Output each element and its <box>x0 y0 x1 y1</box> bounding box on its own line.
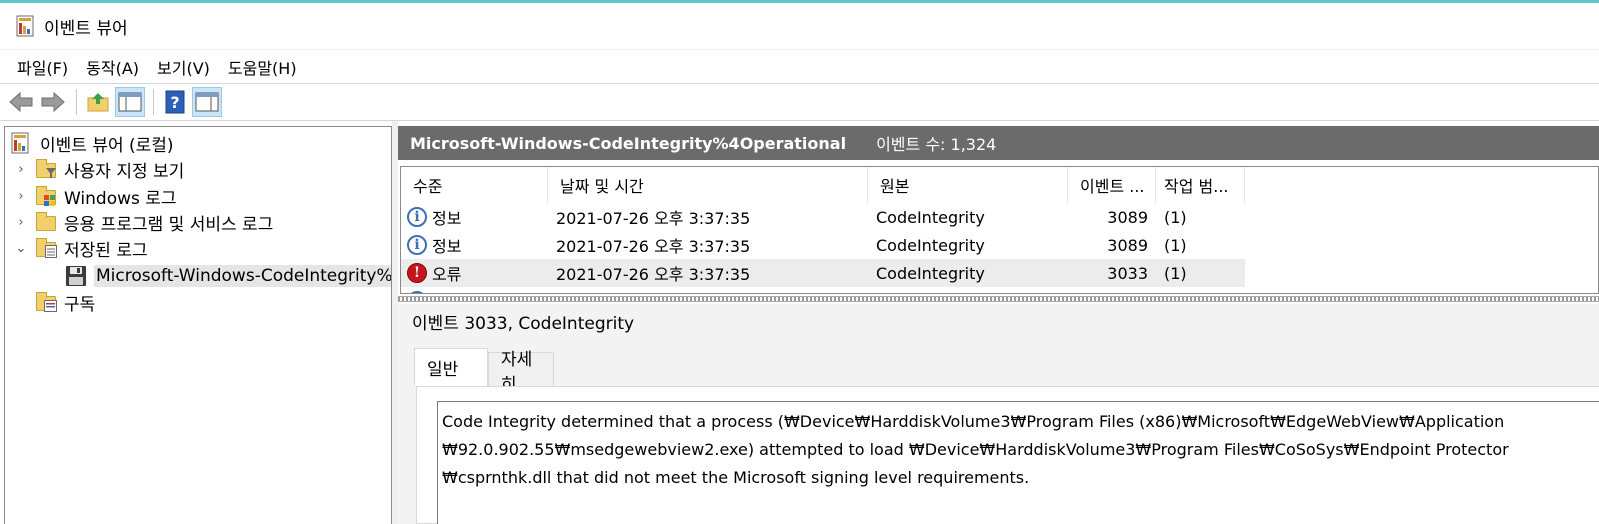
folder-up-icon <box>87 93 109 112</box>
tree-item-windows-logs[interactable]: › Windows 로그 <box>13 183 177 209</box>
event-description[interactable]: Code Integrity determined that a process… <box>437 401 1599 524</box>
svg-text:?: ? <box>170 93 179 112</box>
event-row-partial[interactable]: i <box>401 287 1245 293</box>
forward-button[interactable] <box>38 87 68 117</box>
window-title: 이벤트 뷰어 <box>44 18 128 39</box>
event-datetime: 2021-07-26 오후 3:37:35 <box>556 237 751 256</box>
event-viewer-icon <box>11 132 33 154</box>
show-hide-action-pane-icon <box>195 92 219 112</box>
show-hide-console-tree-icon <box>118 92 142 112</box>
log-header: Microsoft-Windows-CodeIntegrity%4Operati… <box>398 126 1599 160</box>
tree-item-codeintegrity-log[interactable]: Microsoft-Windows-CodeIntegrity%4C <box>65 263 391 289</box>
tree-item-label: Microsoft-Windows-CodeIntegrity%4C <box>94 265 391 287</box>
tree-item-subscriptions[interactable]: 구독 <box>35 289 95 315</box>
event-source: CodeIntegrity <box>876 263 985 283</box>
event-level: 정보 <box>432 237 462 256</box>
event-datetime: 2021-07-26 오후 3:37:35 <box>556 265 751 284</box>
event-list: 수준 날짜 및 시간 원본 이벤트 ... 작업 범... i 정보 2021-… <box>400 166 1599 294</box>
subscription-icon <box>35 291 57 313</box>
chevron-right-icon[interactable]: › <box>13 215 29 230</box>
event-level-cell: i <box>401 291 548 293</box>
menu-file[interactable]: 파일(F) <box>8 55 77 79</box>
toolbar: ? <box>0 83 1599 121</box>
tree-root-label: 이벤트 뷰어 (로컬) <box>40 135 174 156</box>
chevron-right-icon[interactable]: › <box>13 189 29 204</box>
event-id: 3033 <box>1107 263 1148 283</box>
folder-icon <box>35 211 57 233</box>
event-row[interactable]: i 정보 2021-07-26 오후 3:37:35 CodeIntegrity… <box>401 203 1245 231</box>
info-icon: i <box>407 207 427 227</box>
event-id: 3089 <box>1107 207 1148 227</box>
filter-folder-icon <box>35 158 57 180</box>
menu-action[interactable]: 동작(A) <box>77 55 148 79</box>
info-icon: i <box>407 291 427 293</box>
back-button[interactable] <box>6 87 36 117</box>
title-bar: 이벤트 뷰어 <box>0 3 1599 49</box>
show-hide-action-pane-button[interactable] <box>192 87 222 117</box>
tree-item-label: Windows 로그 <box>64 188 177 209</box>
event-datetime: 2021-07-26 오후 3:37:35 <box>556 209 751 228</box>
help-icon: ? <box>165 90 185 114</box>
event-task: (1) <box>1164 207 1187 227</box>
menu-view[interactable]: 보기(V) <box>148 55 219 79</box>
event-detail-title: 이벤트 3033, CodeIntegrity <box>398 304 1599 338</box>
column-task-category[interactable]: 작업 범... <box>1156 167 1245 203</box>
tree-item-label: 응용 프로그램 및 서비스 로그 <box>64 214 274 235</box>
tree-item-custom-views[interactable]: › 사용자 지정 보기 <box>13 156 184 182</box>
column-level[interactable]: 수준 <box>401 167 548 203</box>
windows-log-folder-icon <box>35 185 57 207</box>
event-level-cell: i 정보 <box>401 233 548 257</box>
show-hide-tree-button[interactable] <box>115 87 145 117</box>
info-icon: i <box>407 235 427 255</box>
tree-item-app-service-logs[interactable]: › 응용 프로그램 및 서비스 로그 <box>13 209 273 235</box>
horizontal-splitter[interactable] <box>398 296 1599 302</box>
tree-item-label: 구독 <box>64 294 96 315</box>
error-icon: ! <box>407 263 427 283</box>
menu-bar: 파일(F) 동작(A) 보기(V) 도움말(H) <box>0 49 1599 83</box>
tab-general-panel: Code Integrity determined that a process… <box>416 386 1599 524</box>
chevron-right-icon[interactable]: › <box>13 162 29 177</box>
tree-item-saved-logs[interactable]: ⌄ 저장된 로그 <box>13 235 148 261</box>
event-task: (1) <box>1164 263 1187 283</box>
tree-root[interactable]: 이벤트 뷰어 (로컬) <box>11 130 174 156</box>
up-level-button[interactable] <box>83 87 113 117</box>
event-level: 정보 <box>432 209 462 228</box>
forward-arrow-icon <box>41 91 65 113</box>
tree-item-label: 저장된 로그 <box>64 240 148 261</box>
help-button[interactable]: ? <box>160 87 190 117</box>
toolbar-separator <box>153 89 154 115</box>
event-task: (1) <box>1164 235 1187 255</box>
event-level-cell: i 정보 <box>401 205 548 229</box>
results-pane: Microsoft-Windows-CodeIntegrity%4Operati… <box>398 126 1599 524</box>
tab-details[interactable]: 자세히 <box>488 350 554 395</box>
log-name: Microsoft-Windows-CodeIntegrity%4Operati… <box>410 133 847 153</box>
event-id: 3089 <box>1107 235 1148 255</box>
event-viewer-icon <box>16 15 36 37</box>
event-level-cell: ! 오류 <box>401 261 548 285</box>
saved-log-folder-icon <box>35 237 57 259</box>
event-row[interactable]: ! 오류 2021-07-26 오후 3:37:35 CodeIntegrity… <box>401 259 1245 287</box>
event-source: CodeIntegrity <box>876 235 985 255</box>
floppy-disk-icon <box>65 265 87 287</box>
menu-help[interactable]: 도움말(H) <box>219 55 306 79</box>
toolbar-separator <box>76 89 77 115</box>
tree-item-label: 사용자 지정 보기 <box>64 161 185 182</box>
event-detail-pane: 일반 자세히 Code Integrity determined that a … <box>398 338 1599 524</box>
event-count: 이벤트 수: 1,324 <box>876 135 997 154</box>
event-source: CodeIntegrity <box>876 207 985 227</box>
event-list-header: 수준 날짜 및 시간 원본 이벤트 ... 작업 범... <box>401 167 1245 203</box>
chevron-down-icon[interactable]: ⌄ <box>13 241 29 256</box>
tab-general[interactable]: 일반 <box>414 348 488 386</box>
event-level: 오류 <box>432 265 462 284</box>
back-arrow-icon <box>9 91 33 113</box>
column-event-id[interactable]: 이벤트 ... <box>1068 167 1156 203</box>
event-row[interactable]: i 정보 2021-07-26 오후 3:37:35 CodeIntegrity… <box>401 231 1245 259</box>
column-datetime[interactable]: 날짜 및 시간 <box>548 167 868 203</box>
console-tree: 이벤트 뷰어 (로컬) › 사용자 지정 보기 › Windows 로그 › 응… <box>4 126 392 524</box>
column-source[interactable]: 원본 <box>868 167 1068 203</box>
